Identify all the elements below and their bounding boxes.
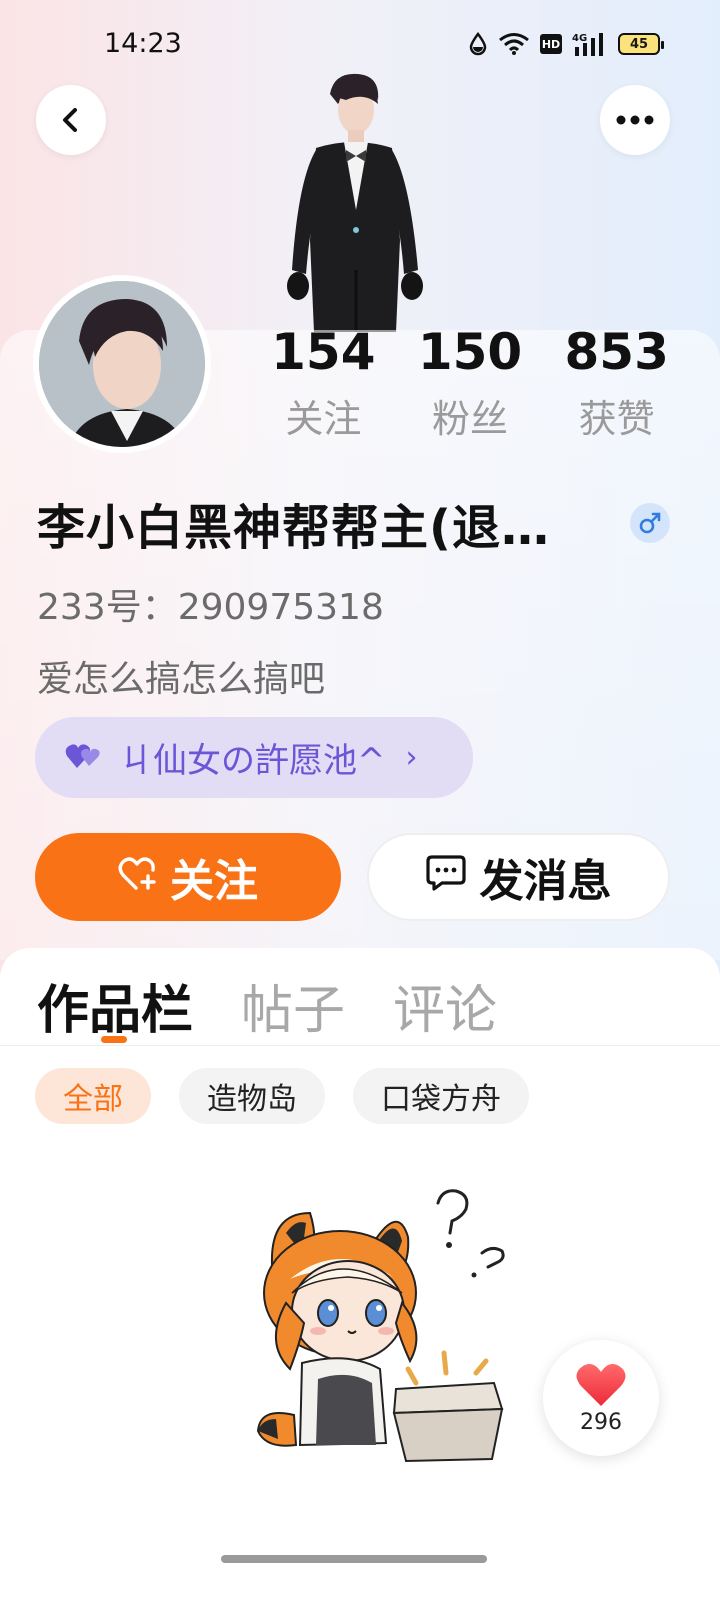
tab-works[interactable]: 作品栏 [37,968,193,1043]
hd-icon: HD [540,34,562,54]
heart-plus-icon [118,852,158,903]
tab-comments[interactable]: 评论 [393,968,497,1043]
chat-bubble-icon [425,852,466,903]
empty-state-illustration [230,1183,520,1473]
bio: 爱怎么搞怎么搞吧 [37,659,326,700]
follow-button[interactable]: 关注 [35,833,341,921]
filter-pocket-ark[interactable]: 口袋方舟 [353,1068,529,1124]
avatar-figure-image [268,70,438,332]
guild-chip[interactable]: ㄐ仙女の許愿池^ › [35,717,473,798]
tab-bar: 作品栏 帖子 评论 [37,968,497,1043]
user-id: 233号：290975318 [37,587,384,628]
message-button[interactable]: 发消息 [367,833,670,921]
wifi-icon [498,32,530,56]
username: 李小白黑神帮帮主(退… [37,500,550,556]
stat-value: 150 [417,323,523,381]
home-indicator[interactable] [221,1555,487,1563]
status-time: 14:23 [104,28,182,59]
stat-label: 粉丝 [432,397,509,441]
more-dots-icon [616,115,654,125]
back-button[interactable] [36,85,106,155]
message-label: 发消息 [479,856,612,907]
stat-value: 853 [564,323,669,381]
svg-text:4G: 4G [572,33,587,44]
chevron-left-icon [63,108,77,132]
content-section: 作品栏 帖子 评论 全部 造物岛 口袋方舟 296 [0,948,720,1600]
stat-label: 获赞 [578,397,655,441]
stat-label: 关注 [285,397,362,441]
stat-value: 154 [271,323,376,381]
double-heart-icon [65,742,103,774]
follow-label: 关注 [170,856,258,907]
stat-fans[interactable]: 150 粉丝 [397,322,544,452]
male-icon [630,503,670,543]
heart-icon [576,1363,626,1406]
stat-likes[interactable]: 853 获赞 [543,322,690,452]
filter-creation-island[interactable]: 造物岛 [179,1068,325,1124]
filter-all[interactable]: 全部 [35,1068,151,1124]
tab-posts[interactable]: 帖子 [241,968,345,1043]
filter-chips: 全部 造物岛 口袋方舟 [35,1068,529,1124]
like-count: 296 [580,1409,622,1435]
chevron-right-icon: › [405,740,418,775]
tab-divider [0,1045,720,1046]
signal-4g-icon: 4G [572,31,608,57]
avatar[interactable] [33,275,211,453]
more-button[interactable] [600,85,670,155]
guild-name: ㄐ仙女の許愿池^ [119,741,386,781]
tab-indicator [101,1036,127,1043]
like-float-button[interactable]: 296 [543,1340,659,1456]
battery-icon: 45 [618,33,664,55]
drop-icon [468,32,488,56]
stat-following[interactable]: 154 关注 [250,322,397,452]
status-icons: HD 4G 45 [468,28,664,60]
stats-row: 154 关注 150 粉丝 853 获赞 [250,322,690,452]
